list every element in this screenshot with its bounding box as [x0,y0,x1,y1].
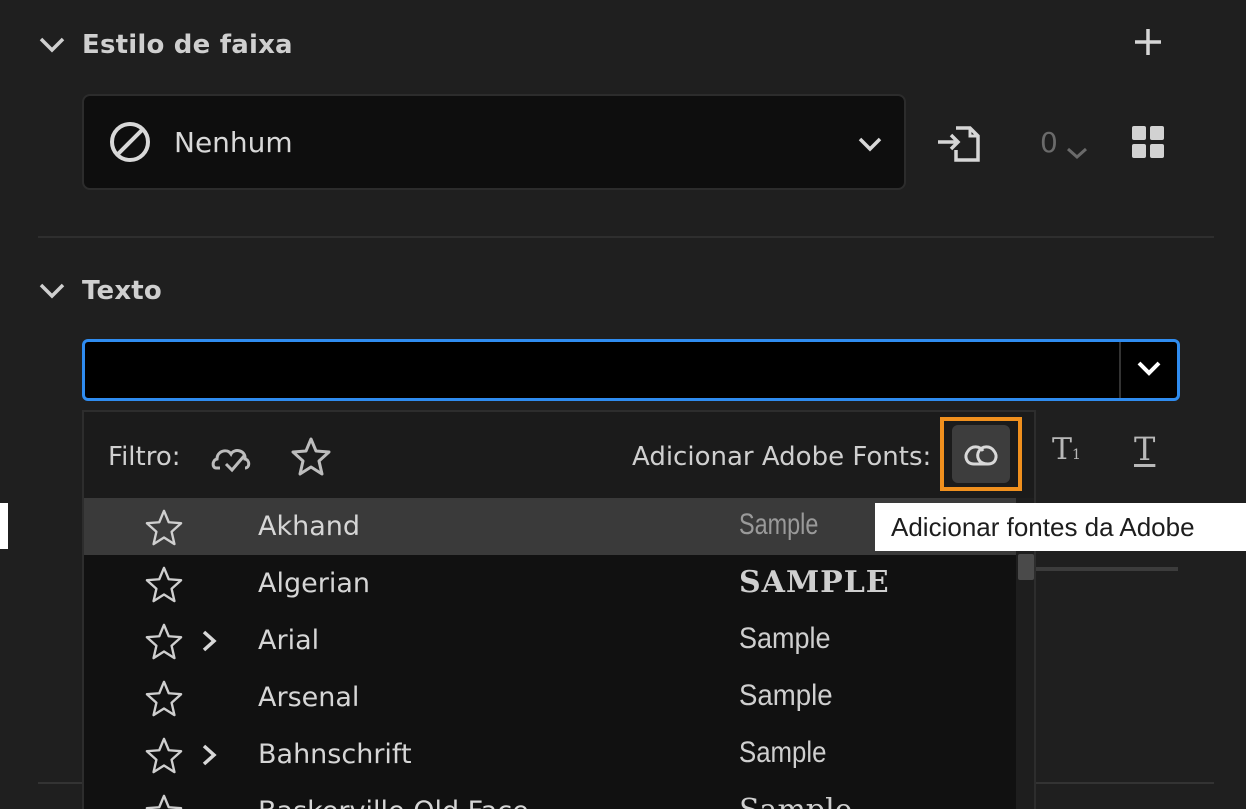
font-family-input[interactable] [95,348,1099,394]
band-style-selected: Nenhum [174,125,293,159]
favorites-filter-button[interactable] [290,436,332,476]
text-section-header[interactable]: Texto [38,276,162,306]
grid-view-button[interactable] [1132,126,1166,160]
none-icon [108,120,152,164]
section-divider [38,236,1214,238]
star-icon[interactable] [144,622,184,660]
chevron-down-icon[interactable] [38,33,66,57]
essential-graphics-panel: Estilo de faixa Nenhum 0 Texto T1 T Filt… [0,0,1246,809]
font-family-combobox[interactable] [82,339,1180,401]
underline-button[interactable]: T [1134,430,1155,468]
push-to-track-icon [936,126,982,170]
font-panel-header: Filtro: Adicionar Adobe Fonts: [84,412,1034,498]
chevron-down-icon [1066,135,1088,159]
font-list-item[interactable]: Arsenal Sample [84,669,1016,726]
star-icon[interactable] [144,508,184,546]
font-name: Baskerville Old Face [258,796,529,809]
font-name: Bahnschrift [258,739,412,770]
font-sample: Sample [739,679,833,712]
offscreen-tooltip-edge [0,503,8,549]
add-adobe-fonts-tooltip: Adicionar fontes da Adobe [875,503,1246,551]
font-sample: Sample [739,622,831,655]
star-icon[interactable] [144,565,184,603]
style-count-dropdown[interactable]: 0 [1040,126,1088,159]
right-divider [1036,567,1178,571]
star-icon[interactable] [144,736,184,774]
star-icon[interactable] [144,679,184,717]
section-divider [1036,782,1214,784]
chevron-down-icon [856,130,884,158]
font-dropdown-toggle[interactable] [1121,342,1177,398]
add-adobe-fonts-label: Adicionar Adobe Fonts: [632,442,932,472]
font-sample: Sample [739,736,827,769]
style-count-value: 0 [1040,126,1058,159]
chevron-right-icon[interactable] [200,744,218,766]
chevron-right-icon[interactable] [200,630,218,652]
cloud-sync-filter-button[interactable] [210,438,254,478]
font-name: Algerian [258,568,370,599]
band-style-title: Estilo de faixa [82,30,293,60]
font-name: Arial [258,625,320,656]
font-list-item[interactable]: Algerian SAMPLE [84,555,1016,612]
star-icon[interactable] [144,793,184,809]
creative-cloud-icon [952,425,1010,483]
band-style-section-header[interactable]: Estilo de faixa [38,30,293,60]
underline-icon: T [1134,430,1156,468]
font-sample: Sample [739,508,819,541]
push-to-track-button[interactable] [936,122,982,166]
font-list-item[interactable]: Arial Sample [84,612,1016,669]
band-style-dropdown[interactable]: Nenhum [82,94,906,190]
chevron-down-icon [1136,359,1162,381]
star-icon [291,437,331,476]
font-sample: Sample [739,793,852,809]
text-section-title: Texto [82,276,162,306]
font-sample: SAMPLE [739,565,890,600]
font-dropdown-panel: Filtro: Adicionar Adobe Fonts: Akhand Sa… [82,410,1036,809]
font-name: Arsenal [258,682,360,713]
font-name: Akhand [258,511,361,542]
add-style-button[interactable] [1130,26,1166,62]
font-list-item[interactable]: Baskerville Old Face Sample [84,783,1016,809]
cloud-sync-icon [211,449,251,473]
font-list-item[interactable]: Bahnschrift Sample [84,726,1016,783]
scrollbar-thumb[interactable] [1018,554,1034,580]
subscript-icon: T1 [1052,432,1081,467]
filter-label: Filtro: [108,442,181,472]
chevron-down-icon[interactable] [38,279,66,303]
add-adobe-fonts-button[interactable] [940,417,1022,491]
subscript-button[interactable]: T1 [1052,432,1081,467]
plus-icon [1133,27,1163,61]
section-divider [38,782,82,784]
